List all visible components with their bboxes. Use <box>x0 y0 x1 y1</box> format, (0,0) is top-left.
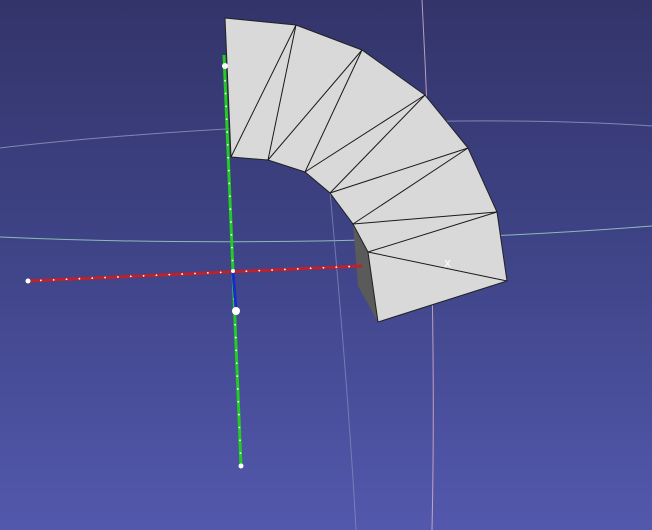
axis-tick <box>224 92 227 95</box>
axis-tick <box>258 269 261 272</box>
axis-tick <box>226 131 229 133</box>
axis-tick <box>230 233 233 236</box>
axis-tick <box>181 273 184 275</box>
y-axis-bottom-endpoint[interactable] <box>238 463 244 469</box>
x-axis[interactable] <box>25 264 363 284</box>
axis-tick <box>284 268 286 271</box>
x-axis-endpoint[interactable] <box>25 278 31 284</box>
axis-tick <box>228 182 231 185</box>
axis-tick <box>231 246 233 249</box>
axis-tick <box>78 277 81 280</box>
grid-ellipse-line-2 <box>0 225 652 243</box>
axis-tick <box>226 144 229 146</box>
axis-tick <box>91 277 94 280</box>
axis-tick <box>52 278 55 281</box>
axis-tick <box>296 267 299 270</box>
axis-tick <box>309 267 312 270</box>
axis-tick <box>234 323 237 326</box>
axis-tick <box>117 276 119 278</box>
axis-tick <box>322 266 325 269</box>
axis-tick <box>239 439 241 442</box>
z-axis-endpoint[interactable] <box>232 307 240 315</box>
axis-tick <box>155 274 158 277</box>
axis-tick <box>227 169 230 172</box>
grid-vertical-line-2 <box>327 169 357 530</box>
axis-tick <box>271 269 273 271</box>
axis-tick <box>39 279 42 282</box>
axis-tick <box>229 208 232 211</box>
axis-tick <box>224 79 226 82</box>
axis-tick <box>225 105 228 108</box>
axis-tick <box>234 336 237 339</box>
axis-tick <box>225 118 228 121</box>
origin-point[interactable] <box>231 269 235 273</box>
axis-tick <box>238 426 241 429</box>
axis-tick <box>168 273 171 276</box>
axis-tick <box>206 272 209 274</box>
axis-tick <box>237 413 240 416</box>
axis-tick <box>335 266 338 269</box>
mesh-marker-label: x <box>444 256 451 270</box>
3d-viewport[interactable]: x <box>0 0 652 530</box>
axis-tick <box>236 388 239 390</box>
y-axis-top-endpoint[interactable] <box>222 63 228 69</box>
axis-tick <box>231 259 234 262</box>
axis-tick <box>104 276 106 279</box>
axis-tick <box>142 274 145 277</box>
axis-tick <box>194 272 196 275</box>
scene-canvas[interactable]: x <box>0 0 652 530</box>
bent-mesh[interactable]: x <box>224 17 508 323</box>
axis-tick <box>245 270 248 273</box>
axis-tick <box>219 271 222 274</box>
axis-tick <box>235 362 238 365</box>
axis-tick <box>129 275 132 278</box>
axis-tick <box>235 349 238 352</box>
axis-tick <box>228 195 231 198</box>
axis-tick <box>237 400 240 403</box>
axis-tick <box>236 375 239 377</box>
axis-tick <box>65 278 68 281</box>
axis-tick <box>239 452 242 455</box>
axis-tick <box>348 265 351 268</box>
axis-tick <box>230 221 232 223</box>
axis-tick <box>227 156 230 159</box>
